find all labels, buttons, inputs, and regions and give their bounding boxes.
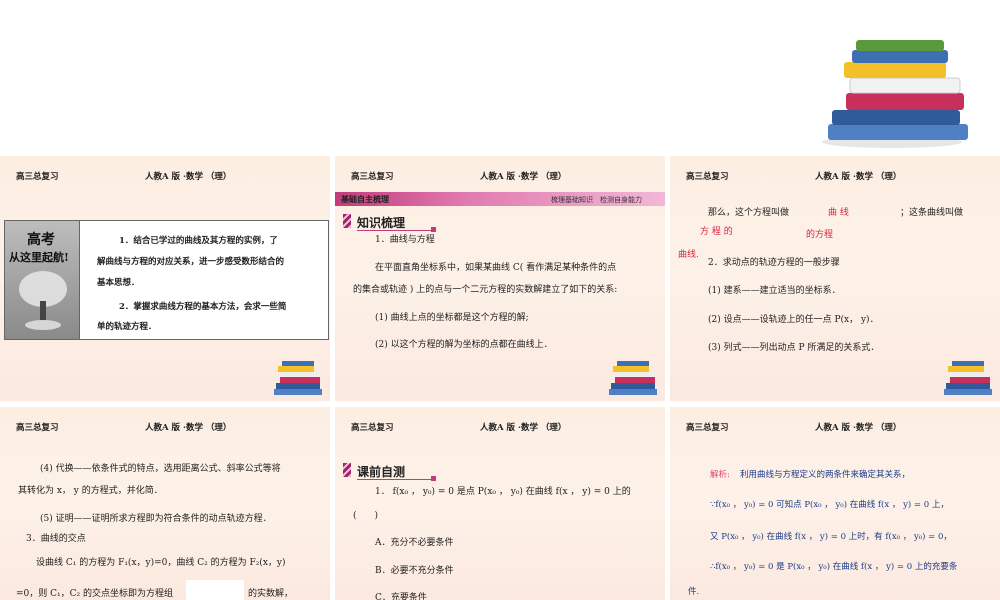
s4-line6b: 的实数解， [248, 589, 294, 599]
s3-line1a: 那么，这个方程叫做 [708, 208, 790, 218]
tag-dot [431, 227, 436, 232]
option-b: B．必要不充分条件 [375, 566, 454, 576]
tree-icon [19, 271, 67, 330]
goal2-line-a: 2．掌握求曲线方程的基本方法，会求一些简 [119, 302, 287, 312]
s3-line3b: 2．求动点的轨迹方程的一般步骤 [708, 258, 840, 268]
option-c: C．充要条件 [375, 593, 427, 600]
option-a: A．充分不必要条件 [375, 538, 454, 548]
textbook-label: 人教A 版 ·数学 （理） [145, 172, 232, 182]
s3-line1c: ；这条曲线叫做 [900, 208, 964, 218]
course-label: 高三总复习 [686, 172, 729, 182]
s6-line1: 利用曲线与方程定义的两条件来确定其关系， [740, 470, 911, 480]
s2-line5: (2) 以这个方程的解为坐标的点都在曲线上． [375, 340, 553, 350]
s2-line2: 在平面直角坐标系中，如果某曲线 C( 看作满足某种条件的点 [375, 263, 617, 273]
equation-system-blank [186, 580, 244, 600]
s2-line1: 1．曲线与方程 [375, 235, 435, 245]
objectives-box: 高考 从这里起航! 1．结合已学过的曲线及其方程的实例，了 解曲线与方程的对应关… [4, 220, 329, 340]
s3-answer-equation: 方 程 的 [700, 227, 733, 237]
tag-dot [431, 476, 436, 481]
ribbon-left-label: 基础自主梳理 [341, 194, 389, 204]
s3-line5: (2) 设点——设轨迹上的任一点 P(x， y)． [708, 315, 879, 325]
s4-line4: 3．曲线的交点 [26, 534, 86, 544]
title-banner [0, 0, 1000, 152]
s4-line5: 设曲线 C₁ 的方程为 F₁(x，y)=0，曲线 C₂ 的方程为 F₂(x，y) [36, 558, 286, 568]
s3-answer-equation2: 的方程 [806, 230, 834, 240]
s2-line3: 的集合或轨迹 ) 上的点与一个二元方程的实数解建立了如下的关系: [353, 285, 618, 295]
s3-line4: (1) 建系——建立适当的坐标系． [708, 286, 841, 296]
slide-5: 高三总复习 人教A 版 ·数学 （理） 课前自测 1． f(x₀ ， y₀) =… [335, 407, 665, 600]
course-label: 高三总复习 [16, 423, 59, 433]
slide-6: 高三总复习 人教A 版 ·数学 （理） 解析: 利用曲线与方程定义的两条件来确定… [670, 407, 1000, 600]
s3-line6: (3) 列式——列出动点 P 所满足的关系式． [708, 343, 880, 353]
badge-line2: 从这里起航! [9, 251, 69, 264]
knowledge-tag: 知识梳理 [357, 216, 406, 230]
course-label: 高三总复习 [351, 423, 394, 433]
s4-line6a: =0，则 C₁，C₂ 的交点坐标即为方程组 [16, 589, 173, 599]
tag-underline [357, 479, 433, 480]
ribbon-right-label: 梳理基础知识 检测自身能力 [551, 196, 642, 204]
s6-line2: ∵f(x₀ ， y₀) = 0 可知点 P(x₀ ， y₀) 在曲线 f(x ，… [710, 500, 949, 510]
goal2-line-b: 单的轨迹方程． [97, 322, 157, 332]
s4-line1: (4) 代换——依条件式的特点，选用距离公式、斜率公式等将 [40, 464, 281, 474]
s6-line3: 又 P(x₀ ， y₀) 在曲线 f(x ， y) = 0 上时，有 f(x₀ … [710, 532, 952, 542]
badge-line1: 高考 [27, 232, 55, 248]
pretest-tag: 课前自测 [357, 465, 406, 479]
course-label: 高三总复习 [351, 172, 394, 182]
badge-image: 高考 从这里起航! [5, 221, 80, 339]
s4-line2: 其转化为 x， y 的方程式，并化简． [18, 486, 163, 496]
s4-line3: (5) 证明——证明所求方程即为符合条件的动点轨迹方程． [40, 514, 272, 524]
s2-line4: (1) 曲线上点的坐标都是这个方程的解; [375, 313, 529, 323]
textbook-label: 人教A 版 ·数学 （理） [145, 423, 232, 433]
slide-4: 高三总复习 人教A 版 ·数学 （理） (4) 代换——依条件式的特点，选用距离… [0, 407, 330, 600]
slide-3: 高三总复习 人教A 版 ·数学 （理） 那么，这个方程叫做 曲 线 ；这条曲线叫… [670, 156, 1000, 401]
textbook-label: 人教A 版 ·数学 （理） [815, 172, 902, 182]
course-label: 高三总复习 [686, 423, 729, 433]
slide-2: 高三总复习 人教A 版 ·数学 （理） 基础自主梳理 梳理基础知识 检测自身能力… [335, 156, 665, 401]
goal1-line-c: 基本思想． [97, 278, 140, 288]
textbook-label: 人教A 版 ·数学 （理） [480, 172, 567, 182]
slide-1: 高三总复习 人教A 版 ·数学 （理） 高考 从这里起航! 1．结合已学过的曲线… [0, 156, 330, 401]
textbook-label: 人教A 版 ·数学 （理） [480, 423, 567, 433]
s3-answer-curve: 曲 线 [828, 208, 849, 218]
course-label: 高三总复习 [16, 172, 59, 182]
books-mini-icon [944, 361, 992, 395]
goal1-line-b: 解曲线与方程的对应关系，进一步感受数形结合的 [97, 257, 285, 267]
tag-marker [343, 463, 351, 477]
s3-answer-curve2: 曲线. [678, 250, 699, 260]
books-mini-icon [609, 361, 657, 395]
s6-line5: 件. [688, 587, 700, 597]
s6-line4: ∴f(x₀ ， y₀) = 0 是 P(x₀ ， y₀) 在曲线 f(x ， y… [710, 562, 958, 572]
question-1-bracket: ( ) [353, 511, 379, 521]
tag-marker [343, 214, 351, 228]
goal1-line-a: 1．结合已学过的曲线及其方程的实例，了 [119, 236, 278, 246]
textbook-label: 人教A 版 ·数学 （理） [815, 423, 902, 433]
books-stack-icon [822, 40, 968, 148]
analysis-label: 解析: [710, 470, 730, 480]
tag-underline [357, 230, 433, 231]
question-1: 1． f(x₀ ， y₀) = 0 是点 P(x₀ ， y₀) 在曲线 f(x … [375, 487, 631, 497]
books-mini-icon [274, 361, 322, 395]
